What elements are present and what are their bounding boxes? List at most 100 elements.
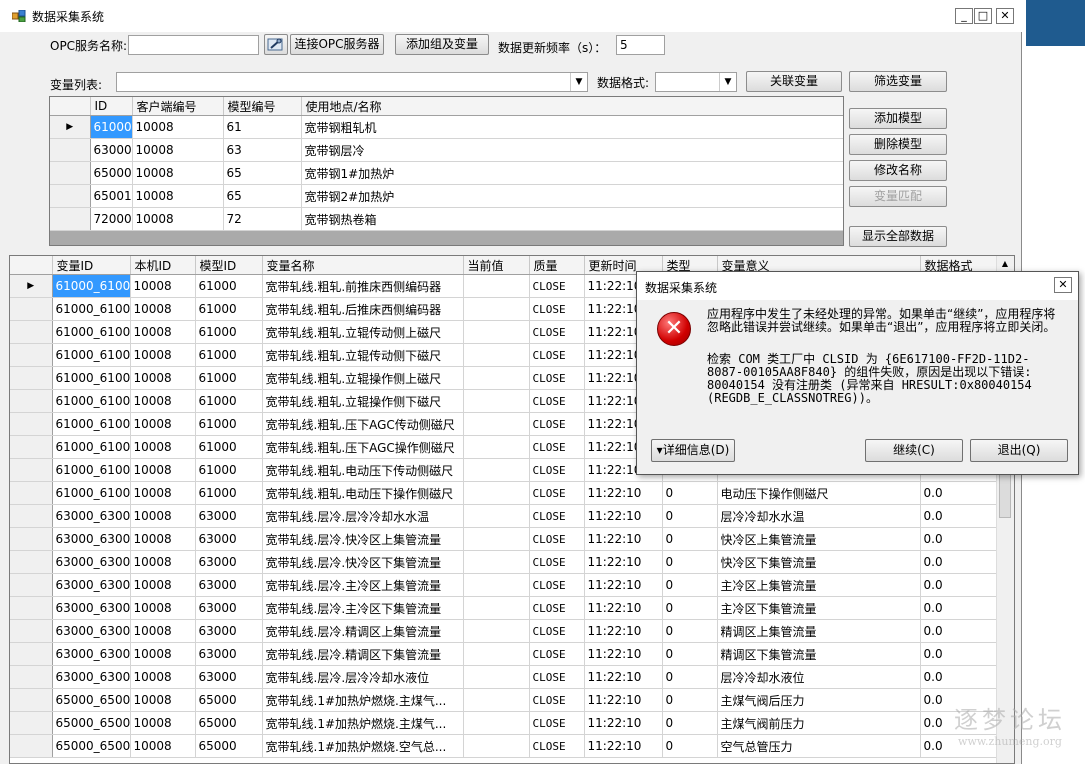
- cell-type[interactable]: 0: [662, 734, 718, 758]
- cell-format[interactable]: 0.0: [920, 527, 999, 551]
- cell-model-id[interactable]: 63000: [195, 504, 263, 528]
- cell-quality[interactable]: CLOSE: [529, 619, 585, 643]
- cell-meaning[interactable]: 主冷区下集管流量: [717, 596, 921, 620]
- cell-value[interactable]: [463, 320, 530, 344]
- cell-value[interactable]: [463, 343, 530, 367]
- cell-model-id[interactable]: 65000: [195, 734, 263, 758]
- column-header[interactable]: 使用地点/名称: [301, 97, 843, 116]
- exit-button[interactable]: 退出(Q): [970, 439, 1068, 462]
- cell-model-id[interactable]: 63000: [195, 619, 263, 643]
- cell-quality[interactable]: CLOSE: [529, 297, 585, 321]
- cell-local-id[interactable]: 10008: [130, 389, 196, 413]
- cell-model-id[interactable]: 61000: [195, 274, 263, 298]
- cell-type[interactable]: 0: [662, 504, 718, 528]
- cell-var-name[interactable]: 宽带轧线.层冷.层冷冷却水液位: [262, 665, 464, 689]
- maximize-button[interactable]: □: [974, 8, 992, 24]
- column-header[interactable]: 变量ID: [52, 256, 131, 275]
- cell-id[interactable]: 61000: [90, 115, 133, 139]
- table-row[interactable]: 63000_6300031000863000宽带轧线.层冷.主冷区上集管流量 CL…: [10, 573, 999, 597]
- cell-var-name[interactable]: 宽带轧线.粗轧.立辊操作侧下磁尺: [262, 389, 464, 413]
- cell-quality[interactable]: CLOSE: [529, 527, 585, 551]
- cell-meaning[interactable]: 层冷冷却水液位: [717, 665, 921, 689]
- cell-value[interactable]: [463, 274, 530, 298]
- cell-var-name[interactable]: 宽带轧线.粗轧.压下AGC操作侧磁尺: [262, 435, 464, 459]
- table-row[interactable]: 65000_6500021000865000宽带轧线.1#加热炉燃烧.空气总..…: [10, 734, 999, 758]
- cell-location[interactable]: 宽带钢粗轧机: [301, 115, 843, 139]
- cell-format[interactable]: 0.0: [920, 550, 999, 574]
- cell-client[interactable]: 10008: [132, 161, 224, 185]
- cell-var-name[interactable]: 宽带轧线.层冷.快冷区上集管流量: [262, 527, 464, 551]
- cell-quality[interactable]: CLOSE: [529, 343, 585, 367]
- cell-var-name[interactable]: 宽带轧线.1#加热炉燃烧.空气总...: [262, 734, 464, 758]
- cell-value[interactable]: [463, 688, 530, 712]
- column-header[interactable]: 当前值: [463, 256, 530, 275]
- cell-format[interactable]: 0.0: [920, 573, 999, 597]
- cell-location[interactable]: 宽带钢2#加热炉: [301, 184, 843, 208]
- cell-type[interactable]: 0: [662, 550, 718, 574]
- cell-value[interactable]: [463, 550, 530, 574]
- cell-value[interactable]: [463, 458, 530, 482]
- cell-local-id[interactable]: 10008: [130, 481, 196, 505]
- match-var-button[interactable]: 变量匹配: [849, 186, 947, 207]
- cell-var-id[interactable]: 61000_610001: [52, 297, 131, 321]
- cell-type[interactable]: 0: [662, 619, 718, 643]
- cell-local-id[interactable]: 10008: [130, 665, 196, 689]
- chevron-down-icon[interactable]: ▼: [570, 73, 587, 91]
- cell-type[interactable]: 0: [662, 527, 718, 551]
- cell-value[interactable]: [463, 412, 530, 436]
- cell-var-id[interactable]: 65000_650002: [52, 734, 131, 758]
- cell-value[interactable]: [463, 435, 530, 459]
- cell-var-id[interactable]: 63000_630002: [52, 550, 131, 574]
- cell-format[interactable]: 0.0: [920, 481, 999, 505]
- cell-var-id[interactable]: 65000_650000: [52, 688, 131, 712]
- cell-value[interactable]: [463, 734, 530, 758]
- show-all-button[interactable]: 显示全部数据: [849, 226, 947, 247]
- cell-model-id[interactable]: 61000: [195, 412, 263, 436]
- cell-time[interactable]: 11:22:10: [584, 573, 663, 597]
- column-header[interactable]: 变量名称: [262, 256, 464, 275]
- cell-time[interactable]: 11:22:10: [584, 596, 663, 620]
- cell-format[interactable]: 0.0: [920, 596, 999, 620]
- cell-model-id[interactable]: 61000: [195, 366, 263, 390]
- cell-local-id[interactable]: 10008: [130, 458, 196, 482]
- cell-var-id[interactable]: 61000_610009: [52, 481, 131, 505]
- cell-format[interactable]: 0.0: [920, 619, 999, 643]
- cell-var-id[interactable]: 61000_610002: [52, 320, 131, 344]
- cell-quality[interactable]: CLOSE: [529, 481, 585, 505]
- cell-model-id[interactable]: 63000: [195, 665, 263, 689]
- cell-quality[interactable]: CLOSE: [529, 550, 585, 574]
- cell-var-name[interactable]: 宽带轧线.粗轧.后推床西侧编码器: [262, 297, 464, 321]
- cell-value[interactable]: [463, 642, 530, 666]
- add-group-button[interactable]: 添加组及变量: [395, 34, 489, 55]
- cell-value[interactable]: [463, 504, 530, 528]
- cell-meaning[interactable]: 主冷区上集管流量: [717, 573, 921, 597]
- cell-meaning[interactable]: 精调区上集管流量: [717, 619, 921, 643]
- continue-button[interactable]: 继续(C): [865, 439, 963, 462]
- cell-type[interactable]: 0: [662, 665, 718, 689]
- cell-local-id[interactable]: 10008: [130, 274, 196, 298]
- table-row[interactable]: 72000 10008 72 宽带钢热卷箱: [50, 207, 843, 231]
- cell-quality[interactable]: CLOSE: [529, 573, 585, 597]
- table-row[interactable]: 61000_6100091000861000宽带轧线.粗轧.电动压下操作侧磁尺 C…: [10, 481, 999, 505]
- cell-var-id[interactable]: 61000_610008: [52, 458, 131, 482]
- cell-model-id[interactable]: 61000: [195, 389, 263, 413]
- cell-model-id[interactable]: 63000: [195, 642, 263, 666]
- cell-meaning[interactable]: 电动压下操作侧磁尺: [717, 481, 921, 505]
- format-combo[interactable]: ▼: [655, 72, 737, 92]
- cell-local-id[interactable]: 10008: [130, 366, 196, 390]
- cell-value[interactable]: [463, 711, 530, 735]
- cell-model-id[interactable]: 63000: [195, 596, 263, 620]
- cell-quality[interactable]: CLOSE: [529, 711, 585, 735]
- filter-var-button[interactable]: 筛选变量: [849, 71, 947, 92]
- cell-client[interactable]: 10008: [132, 115, 224, 139]
- cell-meaning[interactable]: 空气总管压力: [717, 734, 921, 758]
- cell-var-id[interactable]: 63000_630006: [52, 642, 131, 666]
- cell-var-name[interactable]: 宽带轧线.层冷.快冷区下集管流量: [262, 550, 464, 574]
- cell-var-id[interactable]: 61000_610003: [52, 343, 131, 367]
- cell-location[interactable]: 宽带钢层冷: [301, 138, 843, 162]
- cell-model-id[interactable]: 61000: [195, 320, 263, 344]
- column-header[interactable]: 客户端编号: [132, 97, 224, 116]
- table-row[interactable]: 63000 10008 63 宽带钢层冷: [50, 138, 843, 162]
- cell-var-name[interactable]: 宽带轧线.层冷.主冷区下集管流量: [262, 596, 464, 620]
- cell-local-id[interactable]: 10008: [130, 297, 196, 321]
